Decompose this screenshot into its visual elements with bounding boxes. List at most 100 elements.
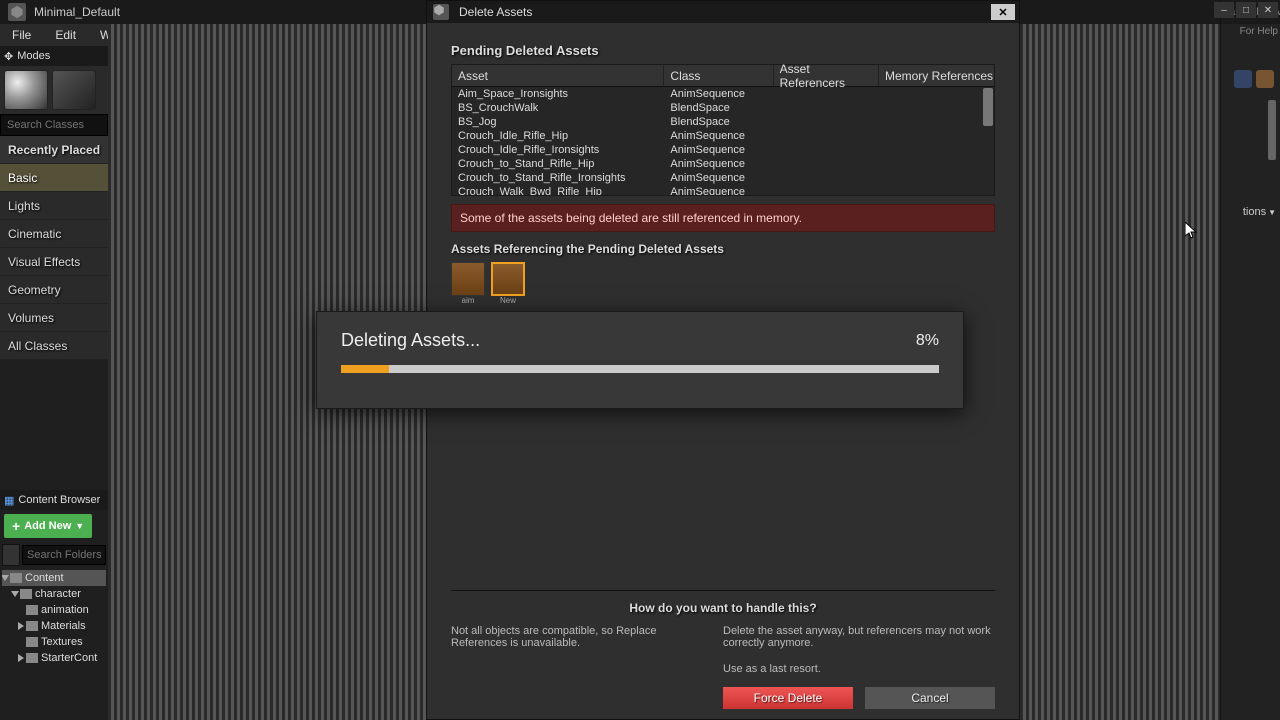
cat-recently-placed[interactable]: Recently Placed xyxy=(0,136,108,164)
folder-icon xyxy=(26,621,38,631)
thumb-label: New xyxy=(491,296,525,305)
table-row[interactable]: BS_CrouchWalkBlendSpace xyxy=(452,101,994,115)
right-panel: rial_3dMotive – □ ✕ For Help tions▼ xyxy=(1220,0,1280,720)
folder-label: Materials xyxy=(41,620,86,632)
ue-logo-icon xyxy=(433,4,449,20)
cell-asset: BS_CrouchWalk xyxy=(452,101,664,115)
mode-place-icon[interactable] xyxy=(4,70,48,110)
cancel-button[interactable]: Cancel xyxy=(865,687,995,709)
table-header: Asset Class Asset Referencers Memory Ref… xyxy=(452,65,994,87)
filter-icon[interactable] xyxy=(2,544,20,566)
table-body[interactable]: Aim_Space_IronsightsAnimSequenceBS_Crouc… xyxy=(452,87,994,195)
scrollbar-thumb[interactable] xyxy=(983,88,993,126)
table-row[interactable]: Crouch_to_Stand_Rifle_IronsightsAnimSequ… xyxy=(452,171,994,185)
last-resort-text: Use as a last resort. xyxy=(723,663,995,675)
replace-unavailable-text: Not all objects are compatible, so Repla… xyxy=(451,625,703,709)
folder-label: Content xyxy=(25,572,64,584)
cat-cinematic[interactable]: Cinematic xyxy=(0,220,108,248)
ue-logo-icon xyxy=(8,3,26,21)
cat-lights[interactable]: Lights xyxy=(0,192,108,220)
tool-icon[interactable] xyxy=(1234,70,1252,88)
table-row[interactable]: Crouch_Idle_Rifle_IronsightsAnimSequence xyxy=(452,143,994,157)
table-row[interactable]: Crouch_Idle_Rifle_HipAnimSequence xyxy=(452,129,994,143)
content-browser-header[interactable]: ▦Content Browser xyxy=(0,490,108,510)
cell-asset: Crouch_Idle_Rifle_Ironsights xyxy=(452,143,664,157)
cell-class: BlendSpace xyxy=(664,115,773,129)
cell-asset: Crouch_to_Stand_Rifle_Ironsights xyxy=(452,171,664,185)
search-classes-input[interactable] xyxy=(0,114,108,136)
cat-all-classes[interactable]: All Classes xyxy=(0,332,108,360)
cell-refs xyxy=(774,185,879,195)
handle-section: How do you want to handle this? Not all … xyxy=(451,590,995,709)
folder-label: character xyxy=(35,588,81,600)
folder-label: animation xyxy=(41,604,89,616)
folder-animation[interactable]: animation xyxy=(2,602,106,618)
cell-class: AnimSequence xyxy=(664,157,773,171)
cell-memrefs xyxy=(879,129,994,143)
referencing-assets-title: Assets Referencing the Pending Deleted A… xyxy=(451,242,995,256)
scrollbar-thumb[interactable] xyxy=(1268,100,1276,160)
cell-asset: Aim_Space_Ironsights xyxy=(452,87,664,101)
content-browser-panel: ▦Content Browser + Add New ▼ Content cha… xyxy=(0,490,108,720)
content-browser-title: Content Browser xyxy=(18,494,100,506)
plus-icon: + xyxy=(12,518,20,534)
folder-startercontent[interactable]: StarterCont xyxy=(2,650,106,666)
progress-dialog: Deleting Assets... 8% xyxy=(316,311,964,409)
mode-paint-icon[interactable] xyxy=(52,70,96,110)
col-memory-references[interactable]: Memory References xyxy=(879,65,994,86)
menu-file[interactable]: File xyxy=(0,24,43,46)
modes-toolbar xyxy=(0,66,108,114)
cat-volumes[interactable]: Volumes xyxy=(0,304,108,332)
dialog-close-button[interactable]: ✕ xyxy=(991,4,1015,20)
cell-memrefs xyxy=(879,143,994,157)
cell-memrefs xyxy=(879,87,994,101)
col-class[interactable]: Class xyxy=(664,65,773,86)
folder-materials[interactable]: Materials xyxy=(2,618,106,634)
close-button[interactable]: ✕ xyxy=(1258,2,1278,18)
cell-asset: BS_Jog xyxy=(452,115,664,129)
asset-thumbnail[interactable] xyxy=(491,262,525,296)
dialog-titlebar[interactable]: Delete Assets ✕ xyxy=(427,1,1019,23)
modes-header[interactable]: ✥Modes xyxy=(0,46,108,66)
memory-reference-warning: Some of the assets being deleted are sti… xyxy=(451,204,995,232)
table-row[interactable]: Crouch_to_Stand_Rifle_HipAnimSequence xyxy=(452,157,994,171)
folder-label: Textures xyxy=(41,636,83,648)
menu-edit[interactable]: Edit xyxy=(43,24,88,46)
folder-content[interactable]: Content xyxy=(2,570,106,586)
cat-basic[interactable]: Basic xyxy=(0,164,108,192)
table-row[interactable]: Crouch_Walk_Bwd_Rifle_HipAnimSequence xyxy=(452,185,994,195)
force-delete-button[interactable]: Force Delete xyxy=(723,687,853,709)
chevron-right-icon xyxy=(18,654,24,662)
maximize-button[interactable]: □ xyxy=(1236,2,1256,18)
table-row[interactable]: BS_JogBlendSpace xyxy=(452,115,994,129)
options-dropdown[interactable]: tions▼ xyxy=(1243,206,1276,218)
cell-asset: Crouch_Idle_Rifle_Hip xyxy=(452,129,664,143)
folder-icon xyxy=(10,573,22,583)
cell-asset: Crouch_to_Stand_Rifle_Hip xyxy=(452,157,664,171)
cell-class: AnimSequence xyxy=(664,87,773,101)
progress-percent: 8% xyxy=(916,332,939,350)
cell-refs xyxy=(774,129,879,143)
folder-tree: Content character animation Materials Te… xyxy=(0,568,108,668)
cat-geometry[interactable]: Geometry xyxy=(0,276,108,304)
col-asset-referencers[interactable]: Asset Referencers xyxy=(774,65,879,86)
folder-icon xyxy=(26,653,38,663)
options-label: tions xyxy=(1243,206,1266,218)
tool-icon[interactable] xyxy=(1256,70,1274,88)
cell-refs xyxy=(774,171,879,185)
add-new-button[interactable]: + Add New ▼ xyxy=(4,514,92,538)
asset-thumbnail[interactable] xyxy=(451,262,485,296)
help-hint: For Help xyxy=(1240,26,1278,37)
folder-character[interactable]: character xyxy=(2,586,106,602)
pending-assets-table: Asset Class Asset Referencers Memory Ref… xyxy=(451,64,995,196)
col-asset[interactable]: Asset xyxy=(452,65,664,86)
cell-memrefs xyxy=(879,101,994,115)
search-folders-input[interactable] xyxy=(22,545,106,565)
minimize-button[interactable]: – xyxy=(1214,2,1234,18)
cell-memrefs xyxy=(879,157,994,171)
table-row[interactable]: Aim_Space_IronsightsAnimSequence xyxy=(452,87,994,101)
cat-visual-effects[interactable]: Visual Effects xyxy=(0,248,108,276)
force-delete-explain: Delete the asset anyway, but referencers… xyxy=(723,625,995,649)
folder-textures[interactable]: Textures xyxy=(2,634,106,650)
progress-bar xyxy=(341,365,939,373)
